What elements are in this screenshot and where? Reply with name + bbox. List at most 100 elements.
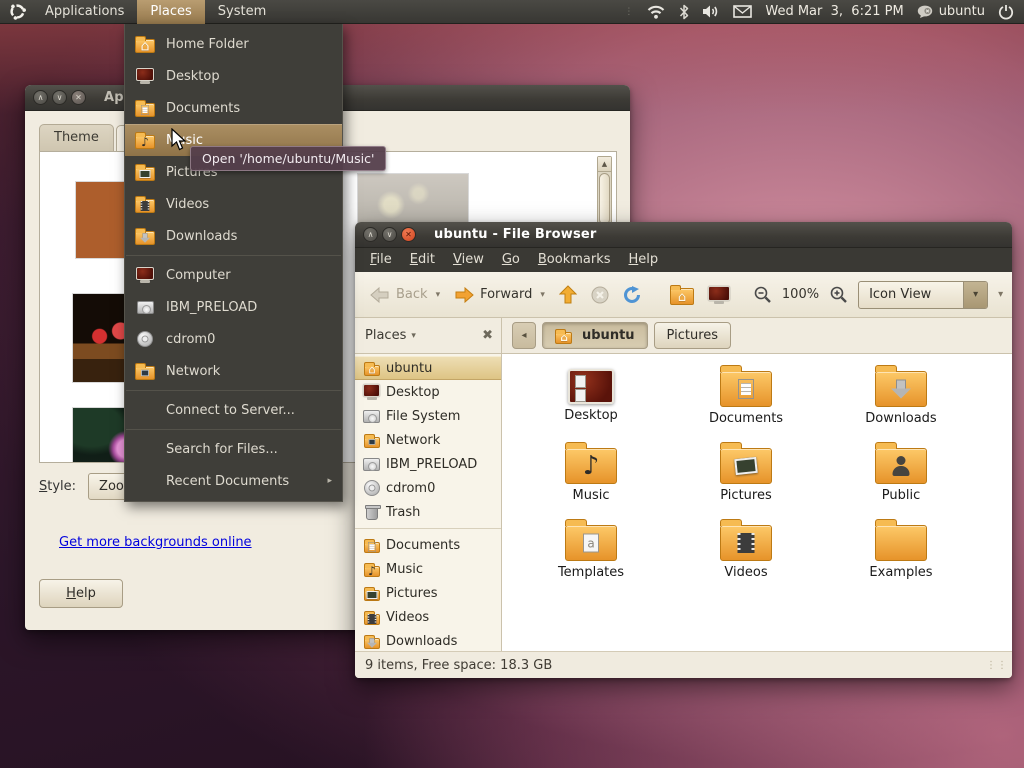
user-status-icon bbox=[917, 5, 934, 18]
style-label: Style: bbox=[39, 479, 76, 494]
shade-window-icon[interactable]: ∧ bbox=[33, 90, 48, 105]
zoom-out-button[interactable] bbox=[751, 277, 774, 313]
wifi-icon[interactable] bbox=[646, 4, 666, 19]
menu-bookmarks[interactable]: Bookmarks bbox=[529, 248, 620, 272]
sidebar-item-ibm-preload[interactable]: IBM_PRELOAD bbox=[355, 452, 501, 476]
menu-item-downloads[interactable]: Downloads bbox=[125, 220, 342, 252]
toolbar-overflow-icon[interactable]: ▾ bbox=[998, 289, 1003, 300]
menu-separator bbox=[126, 429, 341, 430]
ubuntu-logo-icon[interactable] bbox=[9, 3, 26, 20]
unshade-window-icon[interactable]: ∨ bbox=[52, 90, 67, 105]
sidebar-item-desktop[interactable]: Desktop bbox=[355, 380, 501, 404]
forward-arrow-icon bbox=[454, 287, 474, 303]
path-button-ubuntu[interactable]: ubuntu bbox=[542, 322, 648, 349]
sidebar-item-music[interactable]: Music bbox=[355, 557, 501, 581]
menu-item-videos[interactable]: Videos bbox=[125, 188, 342, 220]
get-more-backgrounds-link[interactable]: Get more backgrounds online bbox=[59, 535, 252, 550]
menu-item-home-folder[interactable]: Home Folder bbox=[125, 28, 342, 60]
user-menu[interactable]: ubuntu bbox=[917, 4, 985, 19]
close-sidebar-icon[interactable]: ✖ bbox=[482, 328, 493, 343]
volume-icon[interactable] bbox=[702, 4, 720, 19]
up-button[interactable] bbox=[552, 277, 584, 313]
sidebar-item-ubuntu[interactable]: ubuntu bbox=[355, 356, 501, 380]
places-menu: Home Folder Desktop Documents Music Pict… bbox=[124, 24, 343, 502]
notification-area-grip-icon: ⋮ bbox=[624, 7, 633, 17]
path-scroll-left-button[interactable]: ◂ bbox=[512, 322, 536, 349]
refresh-icon bbox=[623, 286, 642, 304]
chevron-down-icon[interactable]: ▾ bbox=[411, 331, 416, 341]
help-button[interactable]: Help bbox=[39, 579, 123, 608]
panel-menu-applications[interactable]: Applications bbox=[32, 0, 137, 24]
sidebar-item-pictures[interactable]: Pictures bbox=[355, 581, 501, 605]
computer-icon bbox=[708, 286, 730, 301]
folder-item-templates[interactable]: Templates bbox=[529, 518, 653, 580]
panel-menu-system[interactable]: System bbox=[205, 0, 279, 24]
computer-icon bbox=[136, 267, 154, 280]
home-folder-icon bbox=[670, 288, 694, 305]
menu-file[interactable]: File bbox=[361, 248, 401, 272]
menu-go[interactable]: Go bbox=[493, 248, 529, 272]
menu-item-computer[interactable]: Computer bbox=[125, 259, 342, 291]
stop-button[interactable] bbox=[584, 277, 616, 313]
refresh-button[interactable] bbox=[616, 277, 649, 313]
menu-edit[interactable]: Edit bbox=[401, 248, 444, 272]
file-icon-view[interactable]: Desktop Documents Downloads Music Pictur… bbox=[502, 354, 1012, 651]
menu-item-search-for-files[interactable]: Search for Files... bbox=[125, 433, 342, 465]
tooltip: Open '/home/ubuntu/Music' bbox=[190, 146, 386, 171]
resize-grip-icon[interactable]: ⋮⋮ bbox=[986, 660, 1008, 671]
folder-item-desktop[interactable]: Desktop bbox=[529, 364, 653, 423]
folder-item-videos[interactable]: Videos bbox=[684, 518, 808, 580]
sidebar-item-downloads[interactable]: Downloads bbox=[355, 629, 501, 653]
downloads-folder-icon bbox=[135, 231, 155, 245]
menu-item-connect-to-server[interactable]: Connect to Server... bbox=[125, 394, 342, 426]
forward-button[interactable]: Forward ▾ bbox=[447, 277, 552, 313]
menu-separator bbox=[126, 390, 341, 391]
folder-item-music[interactable]: Music bbox=[529, 441, 653, 503]
zoom-out-icon bbox=[753, 285, 772, 304]
videos-folder-icon bbox=[720, 525, 772, 561]
file-browser-titlebar[interactable]: ∧ ∨ ✕ ubuntu - File Browser bbox=[355, 222, 1012, 248]
menu-item-cdrom0[interactable]: cdrom0 bbox=[125, 323, 342, 355]
downloads-folder-icon bbox=[875, 371, 927, 407]
computer-button[interactable] bbox=[701, 277, 737, 313]
top-panel: Applications Places System ⋮ Wed Mar 3, … bbox=[0, 0, 1024, 24]
bluetooth-icon[interactable] bbox=[679, 4, 689, 20]
sidebar-item-documents[interactable]: Documents bbox=[355, 533, 501, 557]
panel-menu-places[interactable]: Places bbox=[137, 0, 204, 24]
home-button[interactable] bbox=[663, 277, 701, 313]
mail-icon[interactable] bbox=[733, 5, 752, 18]
menu-view[interactable]: View bbox=[444, 248, 493, 272]
power-icon[interactable] bbox=[998, 4, 1014, 20]
chevron-down-icon: ▾ bbox=[436, 290, 441, 300]
sidebar-item-network[interactable]: Network bbox=[355, 428, 501, 452]
folder-item-documents[interactable]: Documents bbox=[684, 364, 808, 426]
back-button[interactable]: Back ▾ bbox=[363, 277, 447, 313]
tab-theme[interactable]: Theme bbox=[39, 124, 114, 151]
scrollbar-thumb[interactable] bbox=[599, 173, 610, 225]
clock[interactable]: Wed Mar 3, 6:21 PM bbox=[765, 4, 903, 19]
folder-item-public[interactable]: Public bbox=[839, 441, 963, 503]
folder-item-examples[interactable]: Examples bbox=[839, 518, 963, 580]
shade-window-icon[interactable]: ∧ bbox=[363, 227, 378, 242]
menu-item-network[interactable]: Network bbox=[125, 355, 342, 387]
sidebar-item-trash[interactable]: Trash bbox=[355, 500, 501, 524]
folder-item-pictures[interactable]: Pictures bbox=[684, 441, 808, 503]
view-mode-combobox[interactable]: Icon View ▾ bbox=[858, 281, 988, 309]
sidebar-item-videos[interactable]: Videos bbox=[355, 605, 501, 629]
sidebar-header[interactable]: Places ▾ ✖ bbox=[355, 318, 502, 353]
unshade-window-icon[interactable]: ∨ bbox=[382, 227, 397, 242]
sidebar-item-cdrom0[interactable]: cdrom0 bbox=[355, 476, 501, 500]
scroll-up-icon[interactable]: ▲ bbox=[598, 157, 611, 172]
menu-item-recent-documents[interactable]: Recent Documents▸ bbox=[125, 465, 342, 497]
menu-item-desktop[interactable]: Desktop bbox=[125, 60, 342, 92]
zoom-in-button[interactable] bbox=[827, 277, 850, 313]
folder-item-downloads[interactable]: Downloads bbox=[839, 364, 963, 426]
sidebar-item-file-system[interactable]: File System bbox=[355, 404, 501, 428]
path-button-pictures[interactable]: Pictures bbox=[654, 322, 731, 349]
menu-help[interactable]: Help bbox=[620, 248, 668, 272]
close-window-icon[interactable]: ✕ bbox=[71, 90, 86, 105]
mouse-cursor-icon bbox=[171, 128, 189, 152]
menu-item-ibm-preload[interactable]: IBM_PRELOAD bbox=[125, 291, 342, 323]
menu-item-documents[interactable]: Documents bbox=[125, 92, 342, 124]
close-window-icon[interactable]: ✕ bbox=[401, 227, 416, 242]
